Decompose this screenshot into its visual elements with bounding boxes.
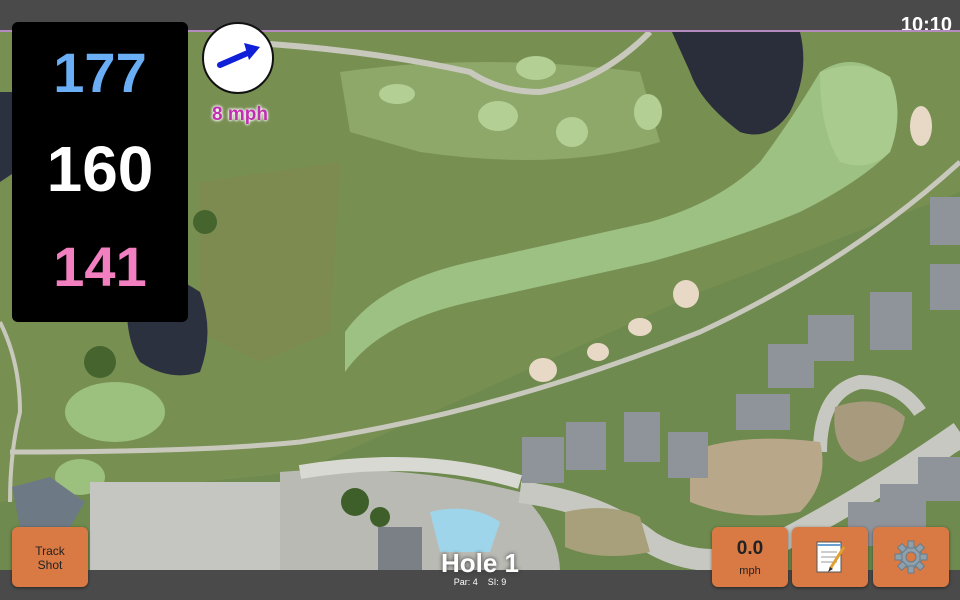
speed-unit: mph (739, 565, 761, 577)
arrow-icon (217, 43, 260, 68)
notepad-icon (816, 541, 846, 573)
speed-value: 0.0 (736, 538, 764, 559)
track-shot-button[interactable]: Track Shot (12, 527, 88, 587)
wind-speed-button[interactable]: 0.0 mph (712, 527, 788, 587)
track-shot-label-line1: Track (35, 544, 65, 558)
front-distance: 141 (53, 235, 147, 298)
distance-panel: 177 160 141 (12, 22, 188, 322)
hole-info: Par: 4 SI: 9 (420, 577, 540, 587)
hole-title: Hole 1 (440, 548, 520, 578)
wind-speed: 8 mph (212, 104, 268, 125)
par-label: Par: 4 (453, 577, 478, 587)
settings-button[interactable] (873, 527, 949, 587)
back-distance: 177 (53, 41, 147, 104)
track-shot-label-line2: Shot (37, 558, 63, 572)
gear-icon (894, 540, 928, 574)
middle-distance: 160 (46, 133, 154, 205)
notes-button[interactable] (792, 527, 868, 587)
si-label: SI: 9 (487, 577, 507, 587)
wind-indicator[interactable] (202, 22, 274, 94)
